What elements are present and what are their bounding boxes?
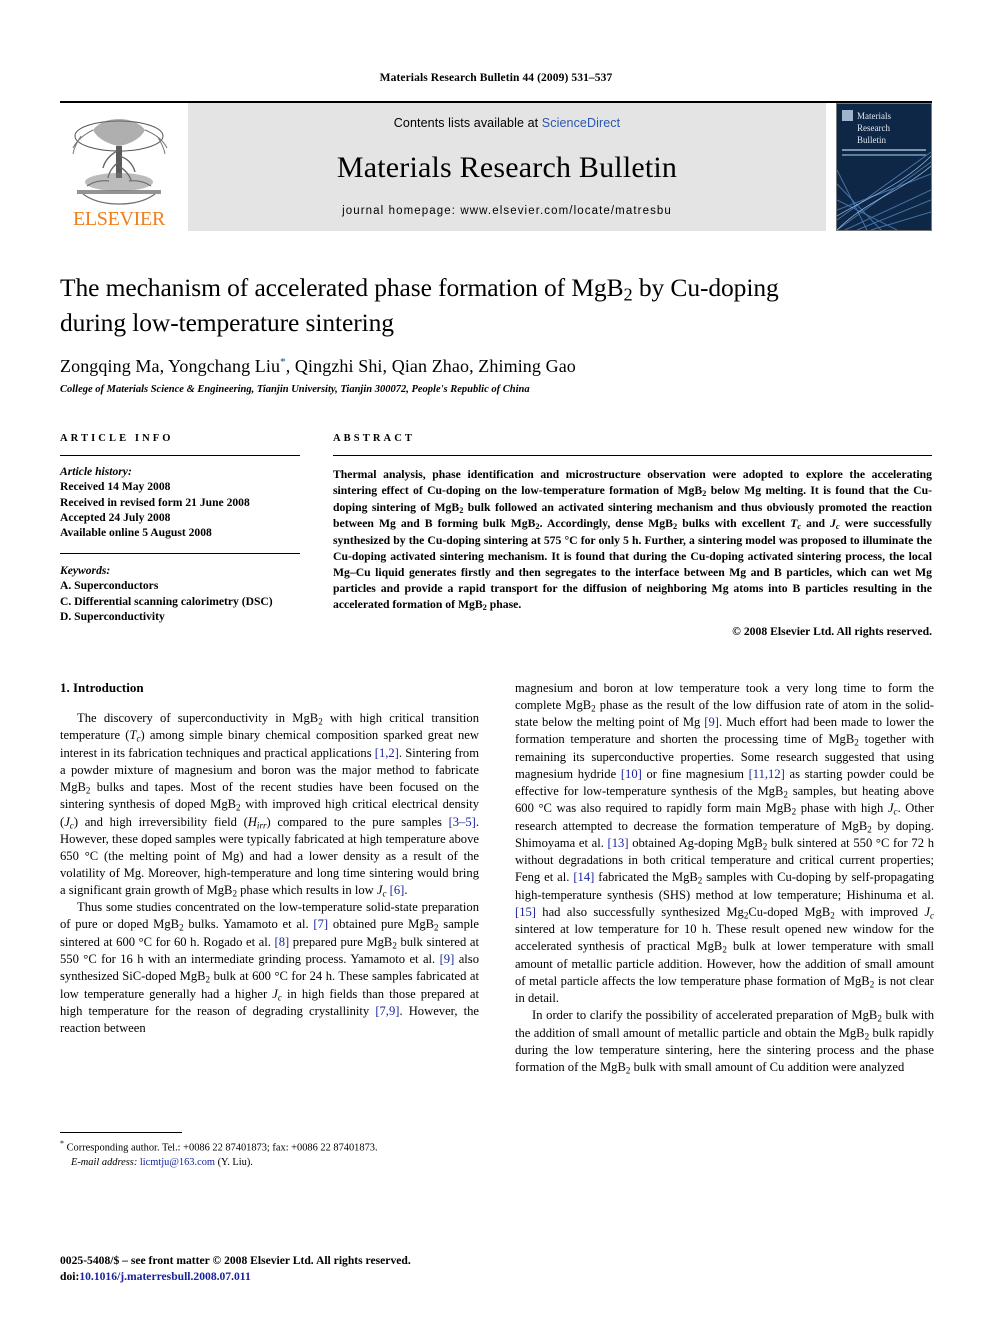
article-info-rule xyxy=(60,454,300,456)
svg-text:Materials: Materials xyxy=(857,111,891,121)
article-info-column: ARTICLE INFO Article history: Received 1… xyxy=(60,433,300,638)
abstract-heading: ABSTRACT xyxy=(333,432,415,444)
title-line-1a: The mechanism of accelerated phase forma… xyxy=(60,273,624,302)
paper-page: Materials Research Bulletin 44 (2009) 53… xyxy=(0,0,992,1323)
article-info-heading: ARTICLE INFO xyxy=(60,432,174,444)
running-head: Materials Research Bulletin 44 (2009) 53… xyxy=(379,72,613,84)
elsevier-tree-icon xyxy=(72,119,168,205)
abstract-rule xyxy=(333,454,932,456)
body-column-right: magnesium and boron at low temperature t… xyxy=(515,680,934,1076)
footnote-marker: * xyxy=(60,1138,64,1148)
footnote-region: * Corresponding author. Tel.: +0086 22 8… xyxy=(60,1131,479,1171)
title-subscript: 2 xyxy=(623,284,633,305)
doi-label: doi: xyxy=(60,1269,80,1283)
history-item: Available online 5 August 2008 xyxy=(60,526,212,540)
info-abstract-region: ARTICLE INFO Article history: Received 1… xyxy=(60,433,932,638)
svg-text:Bulletin: Bulletin xyxy=(857,135,886,145)
keywords-block: Keywords: A. Superconductors C. Differen… xyxy=(60,563,300,625)
page-title: The mechanism of accelerated phase forma… xyxy=(60,272,932,339)
intro-paragraph-2: Thus some studies concentrated on the lo… xyxy=(60,900,480,1036)
article-history-label: Article history: xyxy=(60,464,132,478)
svg-text:Research: Research xyxy=(857,123,890,133)
keyword-item: D. Superconductivity xyxy=(60,610,165,624)
affiliation: College of Materials Science & Engineeri… xyxy=(60,383,530,395)
contents-prefix: Contents lists available at xyxy=(393,116,542,130)
title-line-1b: by Cu-doping xyxy=(632,273,779,302)
title-block: The mechanism of accelerated phase forma… xyxy=(60,272,932,395)
issn-doi-block: 0025-5408/$ – see front matter © 2008 El… xyxy=(60,1253,411,1285)
keywords-rule xyxy=(60,552,300,554)
journal-cover-thumbnail: Materials Research Bulletin xyxy=(836,103,932,231)
keywords-label: Keywords: xyxy=(60,563,111,577)
doi-line: doi:10.1016/j.materresbull.2008.07.011 xyxy=(60,1269,411,1285)
footnote-email-label: E-mail address: xyxy=(71,1156,138,1168)
abstract-text: Thermal analysis, phase identification a… xyxy=(333,467,933,613)
authors-post: , Qingzhi Shi, Qian Zhao, Zhiming Gao xyxy=(285,355,576,376)
section-title-introduction: 1. Introduction xyxy=(60,679,144,695)
intro-paragraph-3: magnesium and boron at low temperature t… xyxy=(515,680,935,1006)
intro-paragraph-4: In order to clarify the possibility of a… xyxy=(515,1008,935,1076)
footnote-email-link[interactable]: licmtju@163.com xyxy=(140,1157,215,1168)
journal-band: Contents lists available at ScienceDirec… xyxy=(188,103,826,231)
sciencedirect-link[interactable]: ScienceDirect xyxy=(542,116,620,130)
abstract-column: ABSTRACT Thermal analysis, phase identif… xyxy=(333,433,932,638)
body-columns: 1. Introduction The discovery of superco… xyxy=(60,679,934,1168)
issn-line: 0025-5408/$ – see front matter © 2008 El… xyxy=(60,1253,411,1267)
intro-paragraph-1: The discovery of superconductivity in Mg… xyxy=(60,710,480,899)
footnote-rule xyxy=(60,1131,182,1133)
cover-art: Materials Research Bulletin xyxy=(837,104,931,230)
journal-title: Materials Research Bulletin xyxy=(336,150,678,184)
history-item: Accepted 24 July 2008 xyxy=(60,511,171,525)
journal-homepage-line[interactable]: journal homepage: www.elsevier.com/locat… xyxy=(342,205,672,217)
keyword-item: C. Differential scanning calorimetry (DS… xyxy=(60,594,273,608)
contents-available-line: Contents lists available at ScienceDirec… xyxy=(394,116,620,130)
footnote-corresponding-text: Corresponding author. Tel.: +0086 22 874… xyxy=(66,1142,378,1154)
footnote-email-suffix: (Y. Liu). xyxy=(217,1156,253,1168)
abstract-copyright: © 2008 Elsevier Ltd. All rights reserved… xyxy=(732,624,932,638)
history-item: Received in revised form 21 June 2008 xyxy=(60,495,250,509)
article-history: Article history: Received 14 May 2008 Re… xyxy=(60,464,300,541)
elsevier-wordmark: ELSEVIER xyxy=(72,208,166,230)
elsevier-logo: ELSEVIER xyxy=(60,103,178,231)
keyword-item: A. Superconductors xyxy=(60,579,159,593)
title-line-2: during low-temperature sintering xyxy=(60,307,394,337)
corresponding-author-footnote: * Corresponding author. Tel.: +0086 22 8… xyxy=(60,1138,479,1171)
body-column-left: 1. Introduction The discovery of superco… xyxy=(60,679,480,1168)
history-item: Received 14 May 2008 xyxy=(60,480,171,494)
doi-link[interactable]: 10.1016/j.materresbull.2008.07.011 xyxy=(79,1270,250,1283)
journal-masthead: ELSEVIER Contents lists available at Sci… xyxy=(60,101,932,231)
author-list: Zongqing Ma, Yongchang Liu*, Qingzhi Shi… xyxy=(60,356,932,377)
authors-pre: Zongqing Ma, Yongchang Liu xyxy=(60,355,281,376)
